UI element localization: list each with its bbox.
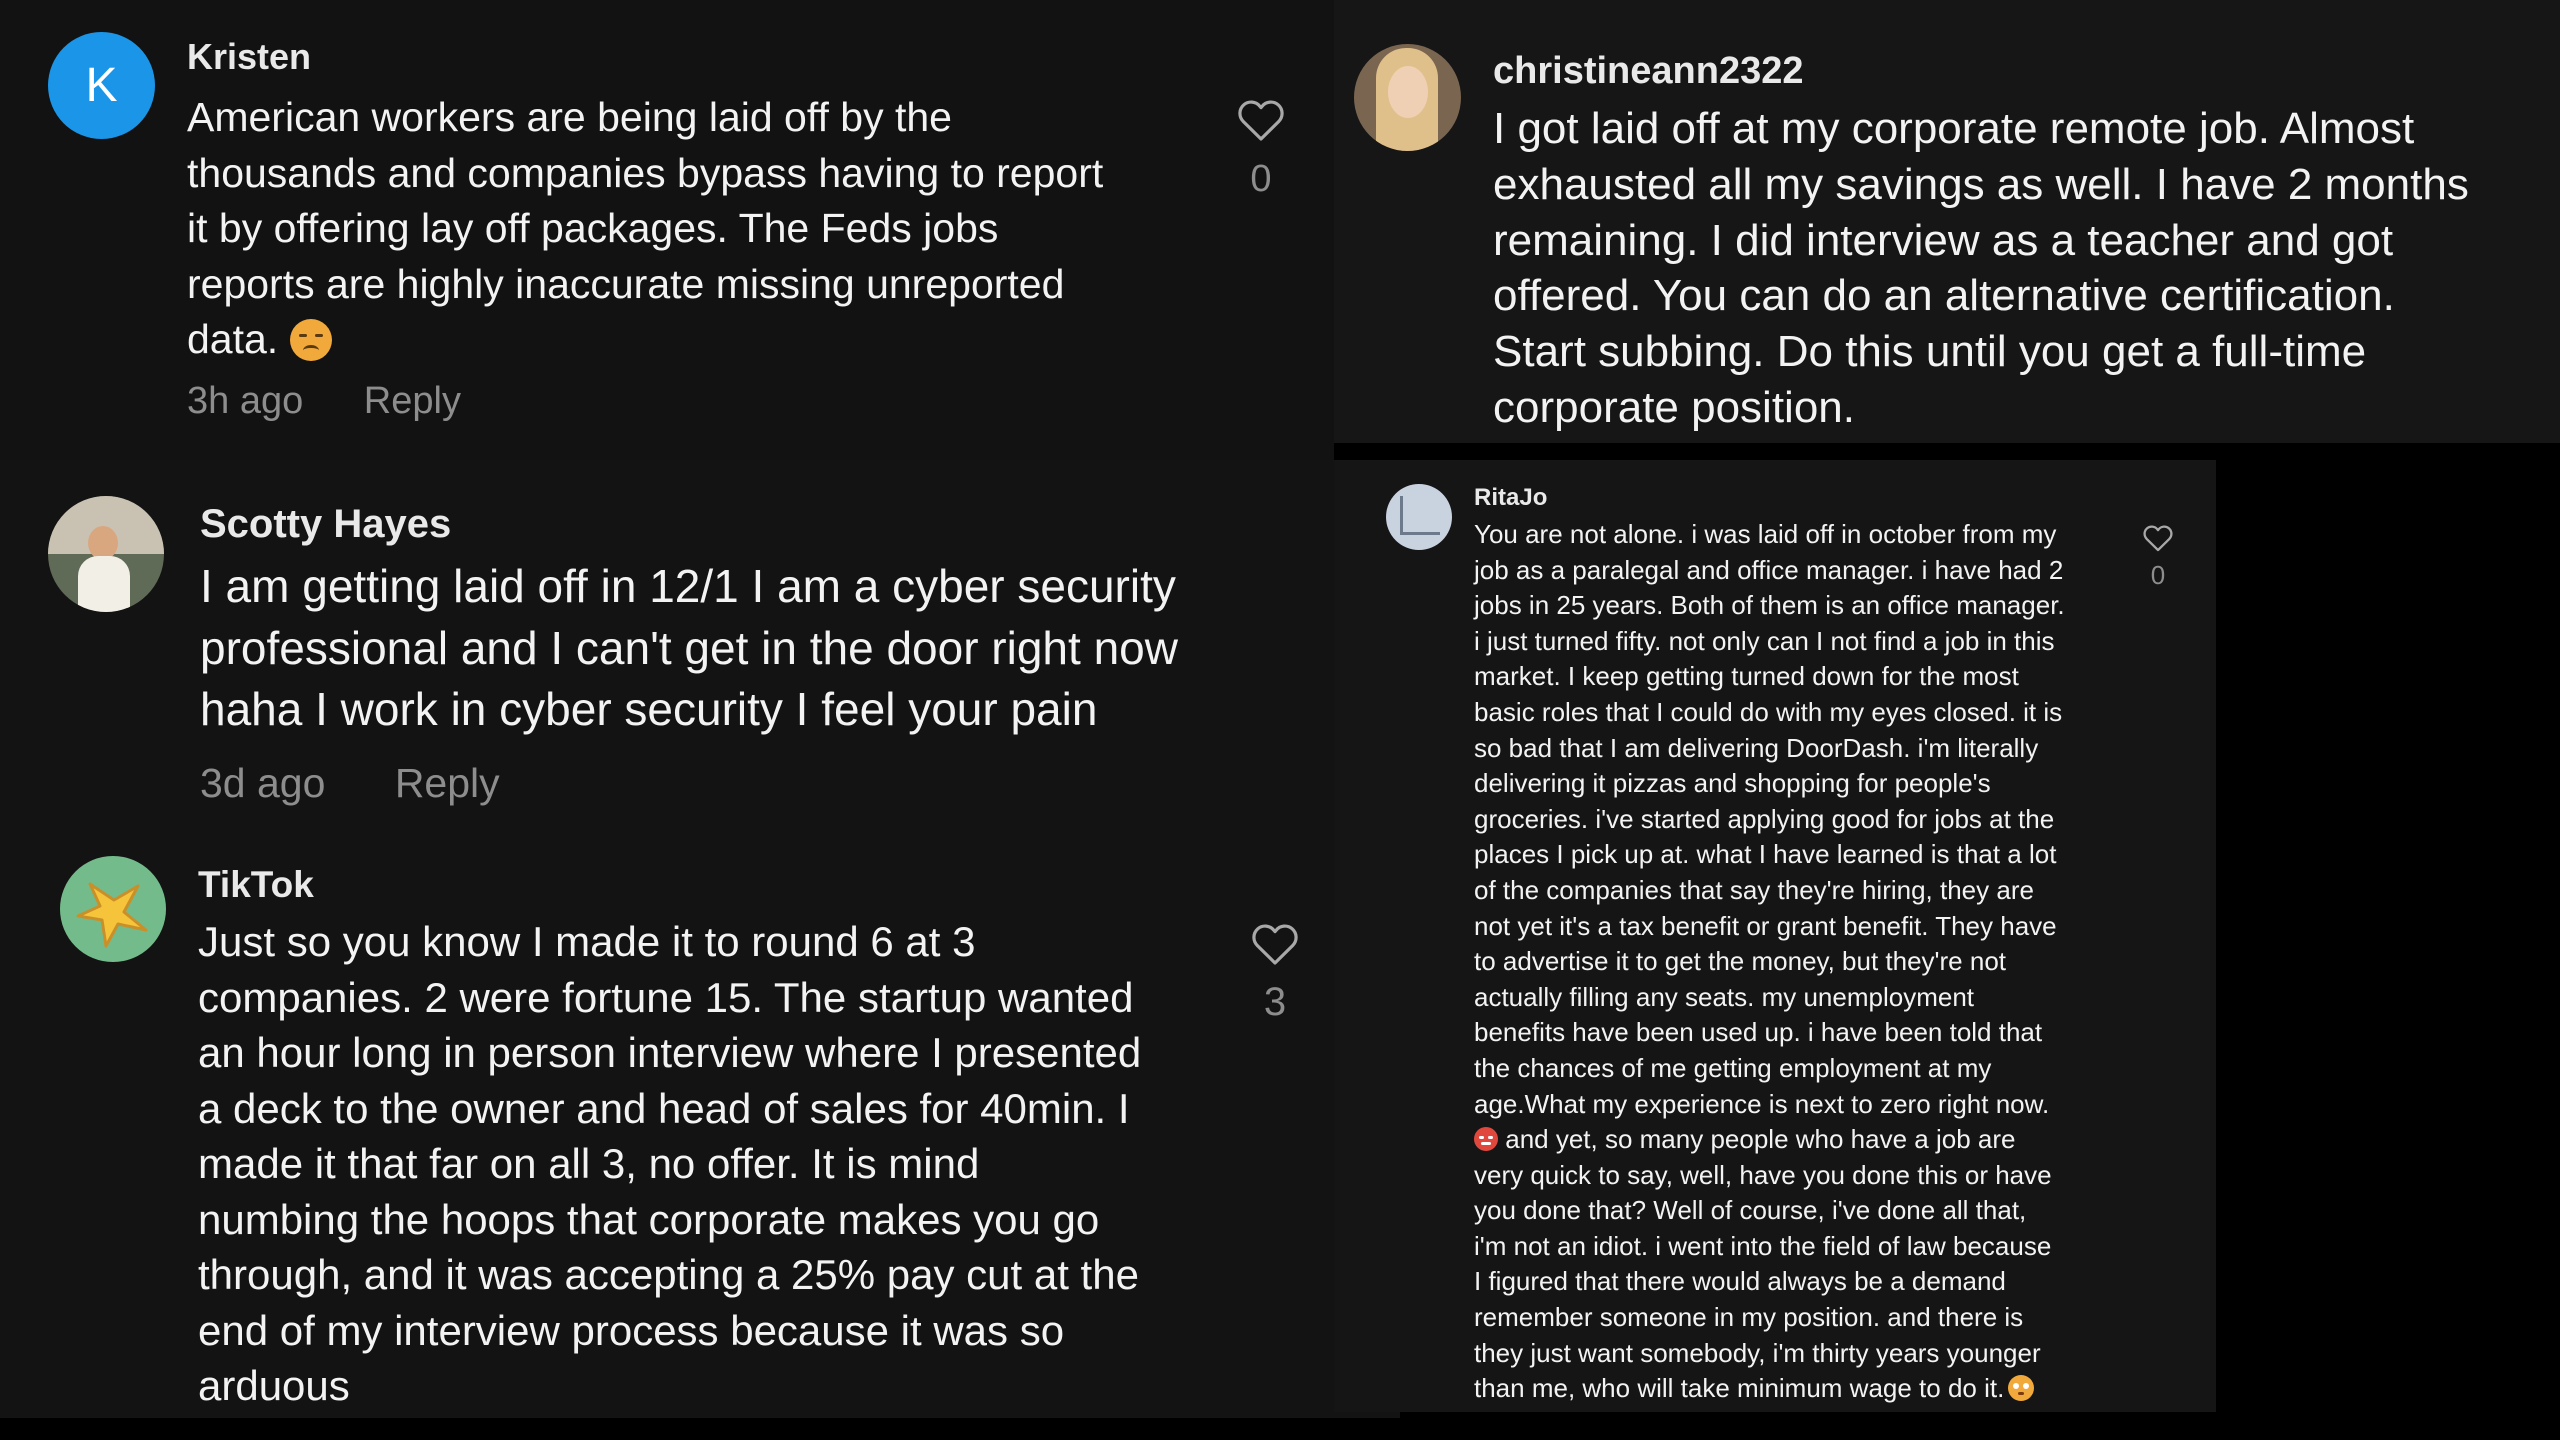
comment-text: I got laid off at my corporate remote jo… — [1493, 101, 2469, 436]
comment-line: thousands and companies bypass having to… — [187, 149, 1104, 196]
comment-line: data. — [187, 312, 1103, 368]
comment-line: not yet it's a tax benefit or grant bene… — [1474, 910, 2057, 941]
heart-icon[interactable] — [1250, 922, 1300, 966]
avatar-photo — [1400, 496, 1403, 534]
timestamp: 3h ago — [187, 380, 304, 422]
avatar[interactable] — [1354, 44, 1461, 151]
comment-line: American workers are being laid off by t… — [187, 94, 952, 140]
username[interactable]: RitaJo — [1474, 484, 1547, 512]
username[interactable]: christineann2322 — [1493, 50, 1803, 93]
comment-line-text: data. — [187, 316, 279, 362]
comment-line: You are not alone. i was laid off in oct… — [1474, 519, 2057, 549]
comment-ritajo: RitaJo You are not alone. i was laid off… — [1334, 460, 2216, 1412]
comment-line: the chances of me getting employment at … — [1474, 1052, 1992, 1083]
comment-line: numbing the hoops that corporate makes y… — [198, 1195, 1100, 1243]
like-count: 0 — [2150, 560, 2166, 590]
comment-kristen: K Kristen American workers are being lai… — [0, 0, 1334, 460]
username[interactable]: TikTok — [198, 864, 314, 906]
heart-icon[interactable] — [1236, 98, 1286, 142]
comment-line: i'm not an idiot. i went into the field … — [1474, 1230, 2052, 1261]
comment-line: benefits have been used up. i have been … — [1474, 1017, 2043, 1048]
comment-line: it by offering lay off packages. The Fed… — [187, 205, 999, 251]
comment-line-text: and yet, so many people who have a job a… — [1505, 1124, 2016, 1155]
comment-line: groceries. i've started applying good fo… — [1474, 803, 2055, 834]
username[interactable]: Scotty Hayes — [200, 502, 451, 547]
comment-line: jobs in 25 years. Both of them is an off… — [1474, 590, 2065, 621]
comment-line: age.What my experience is next to zero r… — [1474, 1088, 2050, 1119]
avatar-face — [1388, 66, 1428, 118]
comment-line: companies. 2 were fortune 15. The startu… — [198, 973, 1134, 1021]
comment-line: remember someone in my position. and the… — [1474, 1302, 2024, 1333]
comment-meta: 3h ago Reply — [187, 380, 461, 423]
heart-icon[interactable] — [2142, 524, 2174, 552]
avatar-photo-line — [1400, 532, 1440, 535]
comment-line: job as a paralegal and office manager. i… — [1474, 554, 2064, 585]
comment-line: an hour long in person interview where I… — [198, 1029, 1142, 1076]
avatar[interactable] — [60, 856, 166, 962]
comment-line: very quick to say, well, have you done t… — [1474, 1159, 2052, 1190]
comment-text: I am getting laid off in 12/1 I am a cyb… — [200, 556, 1178, 741]
flushed-face-emoji-icon — [2008, 1375, 2035, 1402]
comment-line: to advertise it to get the money, but th… — [1474, 946, 2007, 977]
comment-line: exhausted all my savings as well. I have… — [1493, 159, 2469, 209]
comment-line: remaining. I did interview as a teacher … — [1493, 215, 2394, 265]
comment-line: actually filling any seats. my unemploym… — [1474, 981, 1975, 1012]
comment-line: I am getting laid off in 12/1 I am a cyb… — [200, 560, 1176, 612]
comment-line: delivering it pizzas and shopping for pe… — [1474, 768, 1991, 799]
sad-face-emoji-icon — [289, 319, 332, 362]
comment-text: You are not alone. i was laid off in oct… — [1474, 517, 2065, 1407]
avatar-letter: K — [85, 59, 118, 112]
comment-line: Start subbing. Do this until you get a f… — [1493, 327, 2367, 377]
comments-panel-left: Scotty Hayes I am getting laid off in 12… — [0, 460, 1400, 1418]
comment-line: haha I work in cyber security I feel you… — [200, 683, 1098, 735]
comment-meta: 3d ago Reply — [200, 760, 500, 807]
comment-line: market. I keep getting turned down for t… — [1474, 661, 2019, 692]
comment-text: American workers are being laid off by t… — [187, 90, 1103, 368]
comment-line: I figured that there would always be a d… — [1474, 1266, 2006, 1297]
comment-line: than me, who will take minimum wage to d… — [1474, 1371, 2065, 1407]
reply-button[interactable]: Reply — [395, 760, 500, 807]
comment-line: made it that far on all 3, no offer. It … — [198, 1140, 980, 1187]
comment-line: through, and it was accepting a 25% pay … — [198, 1251, 1139, 1298]
comment-line: arduous — [198, 1362, 350, 1409]
comment-line: offered. You can do an alternative certi… — [1493, 271, 2395, 321]
reply-button[interactable]: Reply — [364, 380, 461, 423]
like-count: 0 — [1250, 158, 1272, 200]
comment-line: they just want somebody, i'm thirty year… — [1474, 1337, 2041, 1368]
tiktok-mascot-icon — [76, 882, 148, 948]
comment-line: end of my interview process because it w… — [198, 1306, 1065, 1354]
avatar[interactable] — [48, 496, 164, 612]
avatar-figure — [88, 526, 118, 560]
comment-line: corporate position. — [1493, 382, 1855, 432]
comment-line: places I pick up at. what I have learned… — [1474, 839, 2057, 870]
comment-line-text: than me, who will take minimum wage to d… — [1474, 1373, 2005, 1404]
comment-christineann2322: christineann2322 I got laid off at my co… — [1334, 0, 2560, 443]
comment-line: so bad that I am delivering DoorDash. i'… — [1474, 732, 2039, 763]
avatar-body — [78, 556, 130, 612]
comment-text: Just so you know I made it to round 6 at… — [198, 914, 1141, 1414]
comment-line: basic roles that I could do with my eyes… — [1474, 696, 2063, 727]
comment-line: I got laid off at my corporate remote jo… — [1493, 104, 2415, 153]
avatar[interactable]: K — [48, 32, 155, 139]
comment-line: you done that? Well of course, i've done… — [1474, 1195, 2027, 1226]
angry-face-emoji-icon — [1474, 1127, 1498, 1152]
comment-line: professional and I can't get in the door… — [200, 621, 1178, 674]
like-count: 3 — [1263, 980, 1287, 1024]
username[interactable]: Kristen — [187, 36, 311, 78]
comment-line: a deck to the owner and head of sales fo… — [198, 1084, 1130, 1132]
timestamp: 3d ago — [200, 760, 326, 806]
comment-line: reports are highly inaccurate missing un… — [187, 260, 1065, 307]
comment-line: i just turned fifty. not only can I not … — [1474, 625, 2055, 656]
comment-line: of the companies that say they're hiring… — [1474, 874, 2034, 905]
comment-line: Just so you know I made it to round 6 at… — [198, 918, 976, 965]
avatar[interactable] — [1386, 484, 1452, 550]
comment-line: and yet, so many people who have a job a… — [1474, 1122, 2065, 1158]
